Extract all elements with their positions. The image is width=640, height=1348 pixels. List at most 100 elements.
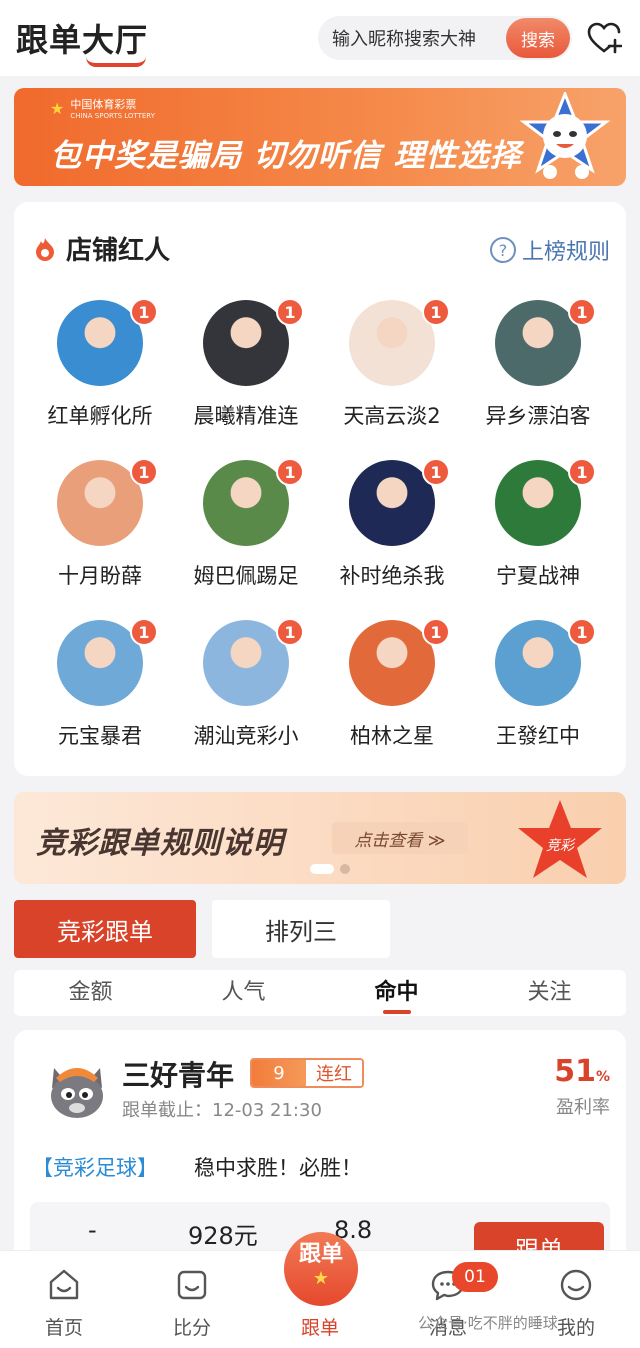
influencer-badge: 1 [130,458,158,486]
page: 跟单大厅 输入昵称搜索大神 搜索 ★ 中国体育彩票 CHINA SPORTS L… [0,0,640,1348]
stat-value-1: - [88,1216,97,1244]
influencer-badge: 1 [568,458,596,486]
influencer-badge: 1 [422,298,450,326]
score-icon [177,1270,207,1300]
ranking-rules-link[interactable]: ? 上榜规则 [489,234,610,266]
nav-home[interactable]: 首页 [0,1251,128,1348]
influencer-badge: 1 [276,458,304,486]
profit-rate: 51% 盈利率 [554,1054,610,1119]
tab-jingcai-follow[interactable]: 竞彩跟单 [14,900,196,958]
profile-icon [560,1269,592,1301]
influencer-item[interactable]: 1 红单孵化所 [14,296,162,456]
app-logo-text: 跟单大厅 [16,21,149,59]
profit-rate-value: 51% [554,1054,610,1089]
follow-deadline: 跟单截止：12-03 21:30 [122,1100,322,1121]
influencer-item[interactable]: 1 柏林之星 [306,616,454,776]
influencer-name: 元宝暴君 [58,724,142,748]
user-avatar-icon [51,1068,103,1118]
carousel-dot-active[interactable] [310,864,334,874]
influencer-item[interactable]: 1 姆巴佩踢足 [160,456,308,616]
influencer-title-text: 店铺红人 [66,236,171,266]
carousel-dots [310,864,350,874]
ranking-rules-label: 上榜规则 [521,240,610,265]
star-badge-label: 竞彩 [546,838,576,854]
center-follow-label: 跟单 [298,1242,343,1267]
app-logo: 跟单大厅 [16,15,149,67]
mascot-icon [519,92,611,179]
user-name: 三好青年 [122,1059,235,1092]
nav-home-label: 首页 [44,1317,83,1339]
nav-follow-label: 跟单 [300,1317,339,1339]
influencer-badge: 1 [130,298,158,326]
search-input[interactable]: 输入昵称搜索大神 [332,25,476,51]
profit-rate-label: 盈利率 [556,1097,610,1118]
influencer-item[interactable]: 1 十月盼薛 [14,456,162,616]
lottery-warning-banner[interactable]: ★ 中国体育彩票 CHINA SPORTS LOTTERY 包中奖是骗局 切勿听… [14,88,626,186]
question-icon: ? [489,237,516,263]
influencer-name: 红单孵化所 [47,404,153,428]
influencer-name: 十月盼薛 [58,564,142,588]
home-icon [49,1269,79,1300]
nav-score[interactable]: 比分 [128,1251,256,1348]
profit-rate-unit: % [595,1069,610,1085]
nav-profile[interactable]: 我的 [512,1251,640,1348]
influencer-badge: 1 [422,618,450,646]
search-bar[interactable]: 输入昵称搜索大神 搜索 [318,16,572,60]
influencer-name: 王發红中 [496,724,580,748]
nav-score-label: 比分 [172,1317,211,1339]
influencer-badge: 1 [568,298,596,326]
lottery-star-badge-icon: 竞彩 [518,800,602,878]
profit-rate-number: 51 [554,1054,596,1089]
sort-following[interactable]: 关注 [473,970,626,1016]
plan-slogan: 稳中求胜！必胜！ [194,1156,362,1180]
influencer-card: 店铺红人 ? 上榜规则 1 红单孵化所 1 晨曦精准连 1 天高云淡2 1 异乡漂泊客 1 十月盼… [14,202,626,776]
influencer-item[interactable]: 1 潮汕竞彩小 [160,616,308,776]
sort-hit-rate[interactable]: 命中 [320,970,473,1016]
influencer-item[interactable]: 1 王發红中 [452,616,600,776]
influencer-name: 潮汕竞彩小 [193,724,299,748]
logo-swoosh [86,57,146,67]
fire-icon [36,237,54,261]
influencer-item[interactable]: 1 宁夏战神 [452,456,600,616]
influencer-name: 晨曦精准连 [193,404,299,428]
star-icon: ★ [312,1268,330,1289]
influencer-title: 店铺红人 [32,230,170,267]
category-tag: 【竞彩足球】 [32,1156,158,1180]
influencer-name: 姆巴佩踢足 [193,564,299,588]
lottery-logo-cn: 中国体育彩票 [70,98,137,111]
banner-slogan: 包中奖是骗局 切勿听信 理性选择 [50,138,522,174]
lottery-logo: ★ 中国体育彩票 CHINA SPORTS LOTTERY [50,96,155,120]
lottery-logo-en: CHINA SPORTS LOTTERY [70,112,155,120]
rules-banner-title: 竞彩跟单规则说明 [36,826,284,861]
influencer-badge: 1 [422,458,450,486]
streak-label: 连红 [306,1060,362,1086]
stat-value-2: 928元 [188,1222,258,1250]
influencer-name: 天高云淡2 [343,404,441,428]
influencer-item[interactable]: 1 异乡漂泊客 [452,296,600,456]
influencer-item[interactable]: 1 补时绝杀我 [306,456,454,616]
influencer-name: 柏林之星 [350,724,434,748]
influencer-name: 补时绝杀我 [339,564,445,588]
lottery-star-icon: ★ [50,98,65,118]
sort-bar: 金额 人气 命中 关注 [14,970,626,1016]
watermark: 公众号·吃不胖的睡球 [418,1314,558,1332]
search-button[interactable]: 搜索 [506,18,570,58]
rules-banner[interactable]: 竞彩跟单规则说明 点击查看 ≫ 竞彩 [14,792,626,884]
influencer-badge: 1 [276,618,304,646]
influencer-item[interactable]: 1 晨曦精准连 [160,296,308,456]
streak-count: 9 [252,1060,306,1086]
center-follow-button[interactable]: 跟单 ★ [284,1232,358,1306]
carousel-dot[interactable] [340,864,350,874]
tab-pailie-san[interactable]: 排列三 [212,900,390,958]
view-rules-button[interactable]: 点击查看 ≫ [332,822,468,854]
heart-plus-icon[interactable] [586,20,622,56]
sort-popularity[interactable]: 人气 [167,970,320,1016]
sort-amount[interactable]: 金额 [14,970,167,1016]
influencer-item[interactable]: 1 元宝暴君 [14,616,162,776]
streak-badge: 9 连红 [250,1058,364,1088]
influencer-item[interactable]: 1 天高云淡2 [306,296,454,456]
influencer-badge: 1 [568,618,596,646]
message-count-badge: 01 [452,1262,498,1292]
influencer-badge: 1 [130,618,158,646]
influencer-name: 宁夏战神 [496,564,580,588]
